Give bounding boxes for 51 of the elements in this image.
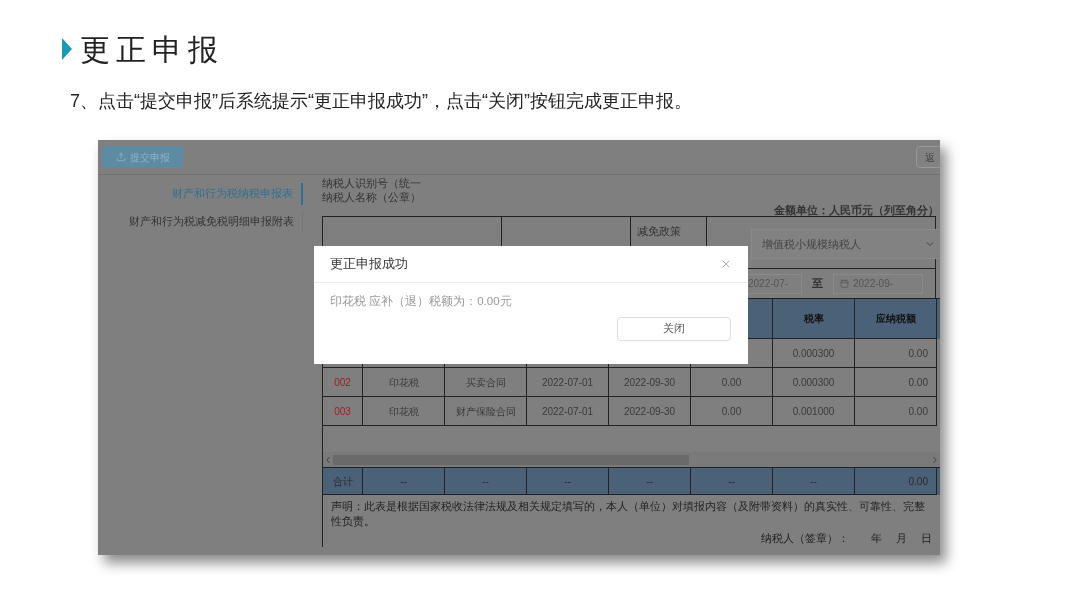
table-cell: 0.00 [855,368,937,397]
table-cell-text: 0.00 [908,474,928,489]
table-cell: 印花税 [363,397,445,426]
day-label: 日 [921,531,932,546]
table-cell: 2022-07-01 [527,397,609,426]
sidebar-item[interactable]: 财产和行为税减免税明细申报附表 [129,211,303,233]
close-icon[interactable] [720,258,732,270]
instruction-text: 7、点击“提交申报”后系统提示“更正申报成功”，点击“关闭”按钮完成更正申报。 [70,91,692,111]
period-separator: 至 [812,276,823,292]
table-cell: 0.00 [855,339,937,368]
table-cell: 2022-09-30 [609,368,691,397]
policy-label: 减免政策 [637,225,681,237]
table-cell: 0.000300 [773,368,855,397]
table-cell: 2022-09-30 [609,397,691,426]
table-cell-text: -- [646,474,653,489]
scroll-left-icon[interactable] [323,454,333,465]
back-button[interactable]: 返 [916,146,940,168]
row-number: 003 [323,397,363,426]
table-cell-text: -- [810,474,817,489]
table-cell: 印花税 [363,368,445,397]
table-cell: 2022-07-01 [527,368,609,397]
table-cell: 买卖合同 [445,368,527,397]
slide-title: 更正申报 [80,30,224,69]
calendar-icon [840,279,849,288]
table-cell-text: -- [728,474,735,489]
table-cell: 0.000300 [773,339,855,368]
column-header: 应纳税额 [855,299,937,339]
table-cell-text: -- [400,474,407,489]
total-label: 合计 [332,474,353,489]
sidebar-item[interactable]: 财产和行为税纳税申报表 [172,183,303,205]
dialog-message: 印花税 应补（退）税额为：0.00元 [330,295,512,307]
signature-label: 纳税人（签章）： [761,531,849,546]
taxpayer-name-label: 纳税人名称（公章） [322,190,422,204]
year-label: 年 [871,531,882,546]
scroll-right-icon[interactable] [930,454,940,465]
upload-icon [115,152,126,162]
table-cell: 财产保险合同 [445,397,527,426]
table-cell-text: -- [482,474,489,489]
month-label: 月 [896,531,907,546]
triangle-icon [62,38,72,60]
dialog-title: 更正申报成功 [330,255,408,274]
declaration-text: 声明：此表是根据国家税收法律法规及相关规定填写的，本人（单位）对填报内容（及附带资料）的真实性、可靠性、完整性负责。 [331,500,925,527]
table-cell: 0.00 [691,368,773,397]
table-cell: 0.00 [855,397,937,426]
table-cell: 0.001000 [773,397,855,426]
table-cell-text: -- [564,474,571,489]
close-button[interactable]: 关闭 [617,317,731,341]
currency-note: 金额单位：人民币元（列至角分） [774,202,939,218]
column-header: 税率 [773,299,855,339]
table-cell: 0.00 [691,397,773,426]
row-number: 002 [323,368,363,397]
